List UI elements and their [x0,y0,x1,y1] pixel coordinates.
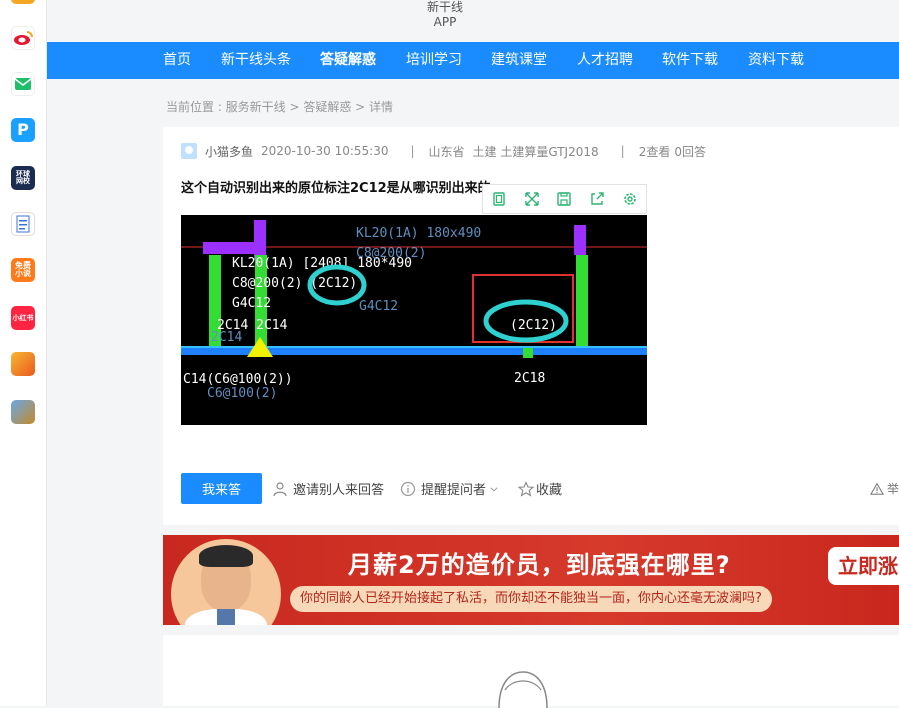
nav-home[interactable]: 首页 [163,42,191,79]
cad-text-c18: 2C18 [514,371,545,386]
star-icon [518,480,535,497]
invite-button[interactable]: 邀请别人来回答 [272,479,384,498]
post-datetime: 2020-10-30 10:55:30 [261,144,389,158]
free-novel-icon[interactable]: 免费 小说 [11,258,35,282]
p-app-icon[interactable]: P [11,118,35,142]
image-toolbar [482,184,647,214]
banner-subline: 你的同龄人已经开始接起了私活，而你却还不能独当一面，你内心还毫无波澜吗? [290,586,772,612]
banner-cta-button[interactable]: 立即涨 [828,547,899,585]
cad-text-circled: (2C12) [510,318,557,333]
favorite-button[interactable]: 收藏 [518,479,562,498]
cad-text-beam: KL20(1A) 180x490 [356,226,481,241]
nav-qa[interactable]: 答疑解惑 [320,42,376,79]
author-name[interactable]: 小猫多鱼 [205,143,253,160]
nav-classroom[interactable]: 建筑课堂 [491,42,547,79]
meta-divider: | [620,144,625,158]
banner-headline: 月薪2万的造价员，到底强在哪里? [348,551,731,579]
question-title: 这个自动识别出来的原位标注2C12是从哪识别出来的 [181,181,491,196]
banner-avatar [171,539,281,625]
invite-user-icon [273,481,287,496]
remind-label: 提醒提问者 [421,483,487,498]
cad-text-l6: C6@100(2) [207,386,277,401]
cad-text-l3: G4C12 [232,296,271,311]
avatar[interactable] [181,143,197,159]
question-meta: 小猫多鱼 2020-10-30 10:55:30 | 山东省 土建 土建算量GT… [181,142,714,160]
category: 土建 土建算量GTJ2018 [472,144,599,159]
mail-icon[interactable] [11,72,35,96]
answer-actions: 我来答 邀请别人来回答 提醒提问者 收藏 举 [181,473,899,504]
app-download-label[interactable]: 新干线 APP [420,0,470,30]
warning-icon [869,482,884,495]
huanqiu-icon[interactable]: 环球 网校 [11,166,35,190]
fit-icon[interactable] [483,185,516,213]
fullscreen-icon[interactable] [516,185,549,213]
question-image[interactable]: KL20(1A) [2408] 180*490 C8@200(2) (2C12)… [181,215,647,425]
region: 山东省 [428,144,465,159]
save-icon[interactable] [548,185,581,213]
cad-text-l4a: 2C14 [211,330,242,345]
favorite-label: 收藏 [536,483,563,498]
question-card: 小猫多鱼 2020-10-30 10:55:30 | 山东省 土建 土建算量GT… [163,127,899,525]
main-nav: 首页 新干线头条 答疑解惑 培训学习 建筑课堂 人才招聘 软件下载 资料下载 [47,42,899,79]
cad-text-l2: C8@200(2) (2C12) [232,276,357,291]
breadcrumb: 当前位置 : 服务新干线 > 答疑解惑 > 详情 [166,100,394,114]
report-label: 举 [886,482,899,496]
document-icon[interactable] [11,212,35,236]
cad-text-l5: C14(C6@100(2)) [183,372,293,387]
view-count: 2查看 [638,144,671,159]
meta-divider: | [410,144,415,158]
game-icon[interactable] [11,352,35,376]
partial-top-icon[interactable] [11,0,35,4]
cad-text-beam2: C8@200(2) [356,246,426,261]
app-label-line1: 新干线 [426,0,463,14]
chevron-down-icon [490,486,498,492]
answer-count: 0回答 [674,144,706,159]
share-icon[interactable] [581,185,614,213]
nav-headlines[interactable]: 新干线头条 [221,42,291,79]
nav-jobs[interactable]: 人才招聘 [577,42,633,79]
settings-icon[interactable] [613,185,646,213]
answer-empty-card [163,635,899,708]
remind-button[interactable]: 提醒提问者 [400,479,504,498]
ad-banner[interactable]: 月薪2万的造价员，到底强在哪里? 你的同龄人已经开始接起了私活，而你却还不能独当… [163,535,899,625]
nav-materials[interactable]: 资料下载 [748,42,804,79]
empty-state-icon [498,671,548,708]
weibo-icon[interactable] [11,26,35,50]
nav-training[interactable]: 培训学习 [406,42,462,79]
info-icon [400,481,416,496]
cad-text-g4: G4C12 [359,299,398,314]
report-button[interactable]: 举 [869,480,899,497]
answer-button[interactable]: 我来答 [181,473,262,504]
invite-label: 邀请别人来回答 [293,483,385,498]
xiaohongshu-icon[interactable]: 小红书 [11,306,35,330]
game2-icon[interactable] [11,400,35,424]
nav-software[interactable]: 软件下载 [662,42,718,79]
app-label-line2: APP [433,15,457,29]
app-dock: P 环球 网校 免费 小说 小红书 [0,0,47,706]
